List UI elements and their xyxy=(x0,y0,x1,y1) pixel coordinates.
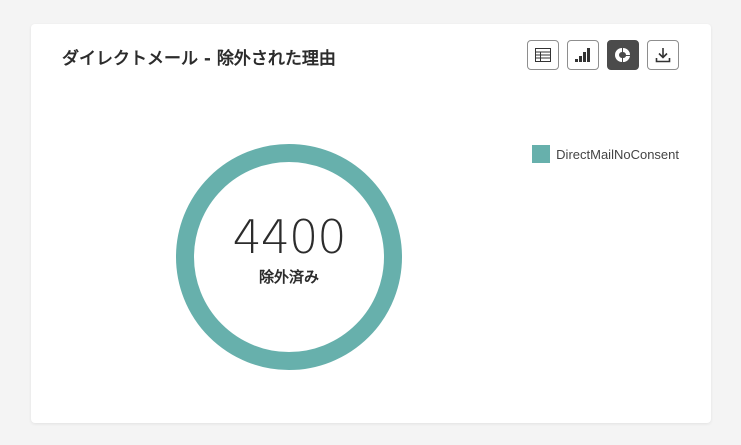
table-icon xyxy=(535,48,551,62)
donut-center-label: 除外済み xyxy=(258,268,319,286)
donut-total-value: 4400 xyxy=(232,210,346,264)
chart-card: ダイレクトメール - 除外された理由 DirectMailNoConsent 4… xyxy=(31,24,711,423)
chart-toolbar xyxy=(527,40,679,70)
chart-title: ダイレクトメール - 除外された理由 xyxy=(62,49,336,69)
donut-chart: 4400 除外済み xyxy=(176,144,402,370)
chart-legend: DirectMailNoConsent xyxy=(532,145,679,163)
donut-chart-icon xyxy=(615,48,630,63)
donut-chart-button[interactable] xyxy=(607,40,639,70)
bar-chart-icon xyxy=(575,48,590,62)
table-view-button[interactable] xyxy=(527,40,559,70)
download-button[interactable] xyxy=(647,40,679,70)
bar-chart-button[interactable] xyxy=(567,40,599,70)
legend-swatch xyxy=(532,145,551,163)
download-icon xyxy=(655,48,671,63)
legend-label: DirectMailNoConsent xyxy=(556,146,679,162)
